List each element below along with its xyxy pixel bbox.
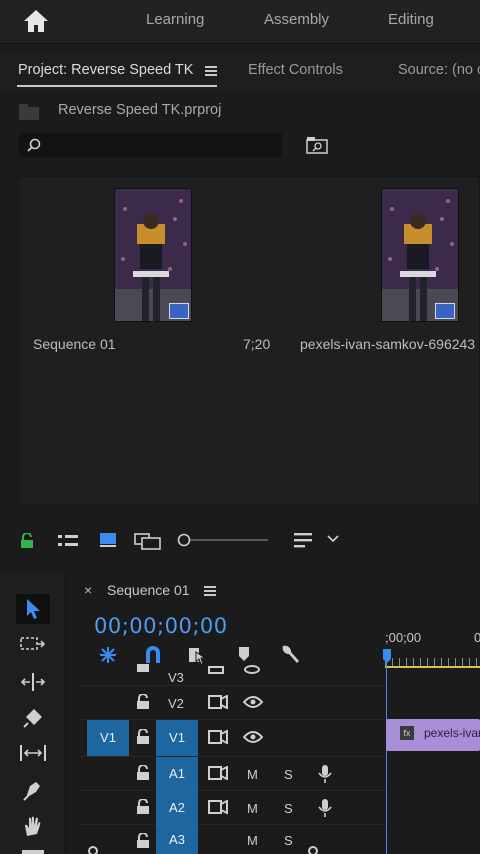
selection-tool-icon[interactable] (24, 598, 42, 620)
timeline-menu-icon[interactable] (204, 586, 216, 596)
tools-panel (0, 570, 66, 854)
microphone-icon[interactable] (318, 798, 332, 818)
chevron-down-icon[interactable] (327, 535, 339, 543)
playhead-icon[interactable] (382, 648, 392, 664)
project-panel-tabs: Project: Reverse Speed TK Effect Control… (0, 52, 480, 90)
add-marker-icon[interactable] (237, 645, 251, 663)
ruler-start-label: ;00;00 (385, 630, 422, 645)
toggle-sync-lock-icon[interactable] (208, 800, 228, 814)
track-v3: V3 (80, 664, 385, 686)
toggle-output-icon[interactable] (208, 730, 228, 744)
pen-tool-icon[interactable] (22, 778, 44, 802)
lock-icon[interactable] (20, 533, 34, 549)
workspace-learning[interactable]: Learning (146, 11, 204, 28)
toggle-output-icon[interactable] (208, 695, 228, 709)
track-target-a1[interactable]: A1 (156, 757, 198, 791)
text-tool-icon[interactable] (22, 850, 44, 854)
lock-icon[interactable] (136, 765, 150, 781)
playhead-timecode[interactable]: 00;00;00;00 (94, 614, 228, 638)
workspace-assembly[interactable]: Assembly (264, 11, 329, 28)
solo-button[interactable]: S (284, 801, 293, 816)
source-patch-v1[interactable]: V1 (87, 720, 129, 756)
track-target-a2[interactable]: A2 (156, 791, 198, 825)
solo-button[interactable]: S (284, 767, 293, 782)
eye-icon[interactable] (243, 730, 263, 744)
active-tab-indicator (17, 85, 217, 87)
video-clip-badge-icon (435, 303, 455, 319)
razor-tool-icon[interactable] (22, 707, 44, 729)
wrench-settings-icon[interactable] (279, 644, 301, 666)
ruler-ticks (385, 658, 480, 666)
zoom-slider[interactable] (176, 532, 270, 548)
project-file-name: Reverse Speed TK.prproj (58, 102, 222, 118)
clip-label: pexels-ivan (424, 726, 480, 740)
sequence-tab[interactable]: Sequence 01 (107, 582, 190, 598)
lock-icon[interactable] (136, 799, 150, 815)
track-a1: A1 M S (80, 757, 385, 791)
hand-tool-icon[interactable] (21, 814, 45, 838)
eye-icon[interactable] (243, 695, 263, 709)
track-target-v1[interactable]: V1 (156, 720, 198, 756)
track-select-tool-icon[interactable] (20, 634, 46, 656)
time-ruler[interactable]: ;00;00 0 (385, 628, 480, 668)
timeline-scrollbar[interactable] (88, 846, 328, 854)
new-bin-search-icon[interactable] (306, 136, 328, 154)
panel-menu-icon[interactable] (205, 66, 217, 76)
lock-icon[interactable] (136, 729, 150, 745)
fx-badge: fx (400, 726, 414, 740)
list-view-icon[interactable] (57, 533, 79, 549)
snap-magnet-icon[interactable] (144, 645, 162, 665)
workspace-editing[interactable]: Editing (388, 11, 434, 28)
microphone-icon[interactable] (318, 764, 332, 784)
item-name: pexels-ivan-samkov-696243 (300, 336, 476, 352)
sort-icon[interactable] (293, 531, 315, 549)
project-file-icon (19, 104, 39, 120)
track-v1: V1 V1 (80, 720, 385, 757)
eye-icon[interactable] (244, 665, 260, 674)
tab-source[interactable]: Source: (no c (398, 62, 480, 78)
home-icon[interactable] (22, 8, 50, 34)
freeform-view-icon[interactable] (134, 532, 162, 550)
track-label-v3: V3 (168, 670, 184, 685)
mute-button[interactable]: M (247, 767, 258, 782)
nest-sequence-icon[interactable] (98, 645, 118, 665)
item-duration: 7;20 (243, 336, 271, 352)
project-file-row: Reverse Speed TK.prproj (0, 95, 480, 127)
ruler-next-label: 0 (474, 630, 480, 645)
search-icon (27, 138, 41, 152)
lock-icon[interactable] (137, 664, 149, 672)
toggle-sync-lock-icon[interactable] (208, 766, 228, 780)
icon-view-icon[interactable] (99, 532, 117, 548)
linked-selection-icon[interactable] (187, 644, 209, 666)
track-v2: V2 (80, 686, 385, 720)
track-a2: A2 M S (80, 791, 385, 825)
toggle-output-icon[interactable] (208, 666, 224, 674)
sequence-badge-icon (169, 303, 189, 319)
ripple-edit-tool-icon[interactable] (20, 671, 46, 693)
lock-icon[interactable] (136, 694, 150, 710)
search-input[interactable] (19, 133, 282, 157)
tab-project[interactable]: Project: Reverse Speed TK (18, 62, 193, 78)
track-label-v2: V2 (168, 696, 184, 711)
video-clip[interactable]: fx pexels-ivan (386, 719, 480, 751)
sequence-thumbnail[interactable] (114, 188, 192, 322)
work-area-bar (385, 666, 480, 668)
project-toolbar (0, 520, 480, 560)
close-icon[interactable]: × (84, 582, 92, 598)
workspace-bar: Learning Assembly Editing (0, 0, 480, 44)
project-bin: Sequence 01 7;20 pexels-ivan-samkov-6962… (18, 176, 480, 506)
clip-thumbnail[interactable] (381, 188, 459, 322)
tab-effect-controls[interactable]: Effect Controls (248, 62, 343, 78)
playhead-line (386, 660, 387, 854)
slip-tool-icon[interactable] (19, 742, 47, 764)
item-name: Sequence 01 (33, 336, 116, 352)
mute-button[interactable]: M (247, 801, 258, 816)
